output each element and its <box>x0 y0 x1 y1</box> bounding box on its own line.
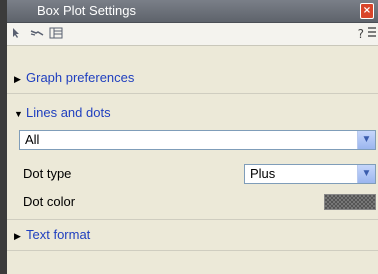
window-title: Box Plot Settings <box>37 3 136 18</box>
dot-color-label: Dot color <box>23 194 76 209</box>
section-text-format[interactable]: ▶ Text format <box>7 226 378 244</box>
link-icon[interactable] <box>30 27 44 43</box>
dot-color-swatch[interactable] <box>324 194 376 210</box>
series-select-value: All <box>25 132 40 147</box>
expand-triangle-icon: ▶ <box>14 231 21 241</box>
dot-type-label: Dot type <box>23 166 72 181</box>
box-plot-settings-window: Box Plot Settings × ? ▶ Graph preferences… <box>0 0 378 274</box>
section-graph-preferences[interactable]: ▶ Graph preferences <box>7 69 378 87</box>
dot-type-value: Plus <box>250 166 276 181</box>
expand-triangle-icon: ▶ <box>14 74 21 84</box>
list-icon[interactable] <box>367 26 377 41</box>
section-text-format-label: Text format <box>26 227 91 242</box>
section-lines-and-dots[interactable]: ▼ Lines and dots <box>7 104 378 122</box>
section-graph-preferences-label: Graph preferences <box>26 70 135 85</box>
chevron-down-icon[interactable]: ▼ <box>357 165 375 183</box>
pointer-icon[interactable] <box>11 27 23 43</box>
dot-type-select[interactable]: Plus ▼ <box>244 164 376 184</box>
divider <box>7 219 378 220</box>
layout-icon[interactable] <box>49 27 63 43</box>
toolbar: ? <box>7 23 378 46</box>
divider <box>7 93 378 94</box>
window-left-edge <box>0 0 7 274</box>
close-button[interactable]: × <box>360 3 374 19</box>
series-select[interactable]: All ▼ <box>19 130 376 150</box>
title-bar[interactable]: Box Plot Settings × <box>7 0 378 23</box>
divider <box>7 250 378 251</box>
chevron-down-icon[interactable]: ▼ <box>357 131 375 149</box>
help-button[interactable]: ? <box>358 27 364 41</box>
collapse-triangle-icon: ▼ <box>14 109 23 119</box>
section-lines-and-dots-label: Lines and dots <box>26 105 111 120</box>
